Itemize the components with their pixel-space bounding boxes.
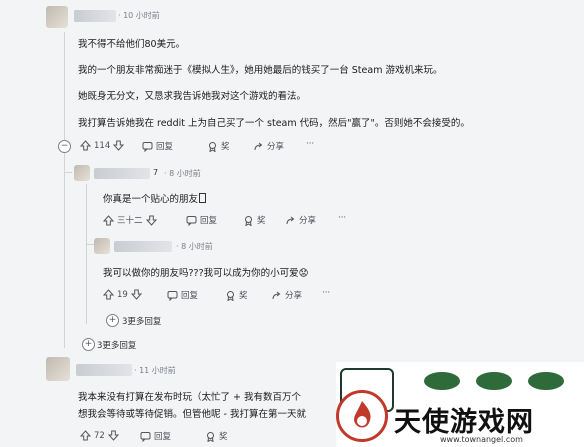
reply-label: 回复 xyxy=(200,216,218,226)
comment-icon xyxy=(140,431,151,442)
downvote-icon[interactable] xyxy=(113,140,125,151)
reply-button[interactable]: 回复 xyxy=(142,140,173,152)
missing-glyph-box xyxy=(199,193,207,203)
reply-text-content: 我可以做你的朋友吗???我可以成为你的小可爱 xyxy=(103,268,299,279)
share-label: 分享 xyxy=(285,291,303,301)
award-label: 奖 xyxy=(257,216,266,226)
thread-connector-1 xyxy=(64,172,72,173)
share-button[interactable]: 分享 xyxy=(285,214,316,226)
reply-label: 回复 xyxy=(181,291,199,301)
thread-line-main[interactable] xyxy=(64,32,65,348)
avatar[interactable] xyxy=(46,357,70,381)
username-blurred[interactable] xyxy=(74,10,116,22)
award-icon xyxy=(207,141,218,152)
green-blob-3 xyxy=(528,372,564,390)
comment-paragraph-4: 我打算告诉她我在 reddit 上为自己买了一个 steam 代码，然后"赢了"… xyxy=(78,118,470,129)
downvote-icon[interactable] xyxy=(107,430,119,441)
award-icon xyxy=(205,431,216,442)
share-icon xyxy=(253,141,264,152)
reply-label: 回复 xyxy=(156,142,174,152)
username-suffix[interactable]: 7 xyxy=(153,168,158,177)
username-blurred[interactable] xyxy=(76,364,132,376)
vote-bar: 72 xyxy=(79,430,119,441)
vote-count: 72 xyxy=(94,430,105,441)
timestamp: · 8 小时前 xyxy=(164,169,201,178)
flame-icon xyxy=(354,401,371,428)
reply-button[interactable]: 回复 xyxy=(167,289,198,301)
award-label: 奖 xyxy=(221,142,230,152)
comment-paragraph-3: 她既身无分文，又恳求我告诉她我对这个游戏的看法。 xyxy=(78,91,307,102)
more-options-button[interactable]: ··· xyxy=(322,288,330,298)
comment-icon xyxy=(142,141,153,152)
reply-label: 回复 xyxy=(154,432,172,442)
share-label: 分享 xyxy=(299,216,317,226)
vote-count: 114 xyxy=(94,140,111,151)
award-button[interactable]: 奖 xyxy=(205,430,228,442)
award-button[interactable]: 奖 xyxy=(225,289,248,301)
thread-line-reply[interactable] xyxy=(86,184,87,324)
downvote-icon[interactable] xyxy=(145,215,157,226)
comment-paragraph-1: 我不得不给他们80美元。 xyxy=(78,39,186,50)
comment-icon xyxy=(186,215,197,226)
green-blob-1 xyxy=(424,372,460,390)
username-blurred[interactable] xyxy=(114,241,172,252)
expand-plus-icon[interactable]: + xyxy=(106,314,119,327)
avatar[interactable] xyxy=(74,165,90,181)
thread-connector-2 xyxy=(86,244,94,245)
more-options-button[interactable]: ··· xyxy=(306,139,314,149)
award-button[interactable]: 奖 xyxy=(243,214,266,226)
vote-count: 三十二 xyxy=(117,216,143,226)
reply-text: 你真是一个贴心的朋友 xyxy=(103,191,207,205)
award-button[interactable]: 奖 xyxy=(207,140,230,152)
award-icon xyxy=(243,215,254,226)
downvote-icon[interactable] xyxy=(130,289,142,300)
upvote-icon[interactable] xyxy=(102,214,115,226)
vote-bar: 三十二 xyxy=(102,214,157,226)
worried-face-icon: 😟 xyxy=(298,268,309,279)
share-label: 分享 xyxy=(267,142,285,152)
avatar[interactable] xyxy=(94,238,110,254)
comment-paragraph-2: 我的一个朋友非常痴迷于《模拟人生》，她用她最后的钱买了一台 Steam 游戏机来… xyxy=(78,65,443,76)
comment-line-1: 我本来没有打算在发布时玩（太忙了 + 我有数百万个 xyxy=(78,392,302,403)
comment-line-2: 想我会等待或等待促销。但管他呢 - 我打算在第一天就 xyxy=(78,409,306,420)
upvote-icon[interactable] xyxy=(79,430,92,441)
share-button[interactable]: 分享 xyxy=(271,289,302,301)
reply-button[interactable]: 回复 xyxy=(140,430,171,442)
username-blurred[interactable] xyxy=(94,168,150,179)
timestamp: · 10 小时前 xyxy=(118,11,160,20)
upvote-icon[interactable] xyxy=(102,289,115,300)
timestamp: · 8 小时前 xyxy=(176,242,213,251)
more-replies-link-inner[interactable]: 3更多回复 xyxy=(122,315,161,327)
brand-logo-icon xyxy=(336,390,388,442)
green-blob-2 xyxy=(476,372,512,390)
expand-plus-icon[interactable]: + xyxy=(82,338,95,351)
award-label: 奖 xyxy=(219,432,228,442)
share-icon xyxy=(285,215,296,226)
timestamp: · 11 小时前 xyxy=(134,366,176,375)
collapse-button[interactable]: − xyxy=(58,140,71,153)
vote-bar: 19 xyxy=(102,289,142,300)
award-label: 奖 xyxy=(239,291,248,301)
share-icon xyxy=(271,290,282,301)
comment-icon xyxy=(167,290,178,301)
more-options-button[interactable]: ··· xyxy=(338,213,346,223)
reply-button[interactable]: 回复 xyxy=(186,214,217,226)
upvote-icon[interactable] xyxy=(79,140,92,151)
award-icon xyxy=(225,290,236,301)
reply-text-content: 你真是一个贴心的朋友 xyxy=(103,194,199,205)
share-button[interactable]: 分享 xyxy=(253,140,284,152)
watermark-overlay: 天使游戏网 www.townangel.com xyxy=(336,362,584,447)
reply-text: 我可以做你的朋友吗???我可以成为你的小可爱😟 xyxy=(103,265,309,279)
vote-bar: 114 xyxy=(79,140,125,151)
brand-url: www.townangel.com xyxy=(440,435,523,444)
more-replies-link-outer[interactable]: 3更多回复 xyxy=(97,339,136,351)
vote-count: 19 xyxy=(117,289,128,300)
avatar[interactable] xyxy=(46,6,68,28)
brand-name: 天使游戏网 xyxy=(394,407,534,438)
